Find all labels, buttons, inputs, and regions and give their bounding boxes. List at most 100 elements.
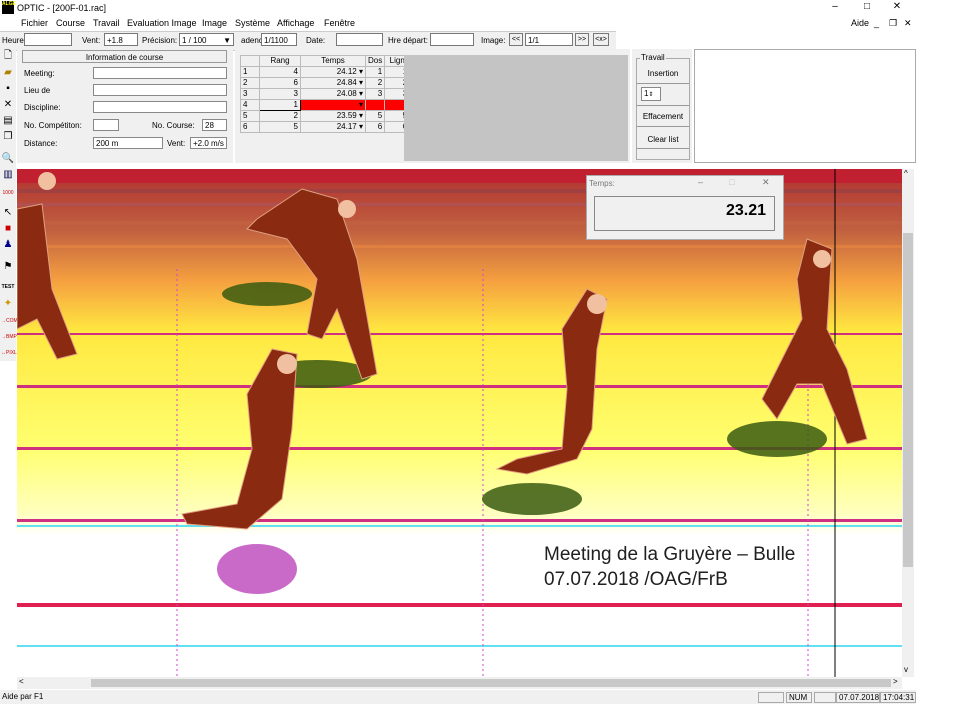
pointer-icon[interactable]: ↖ <box>1 206 15 220</box>
popup-minimize-button[interactable]: – <box>698 177 703 187</box>
com-icon[interactable]: →COM <box>1 314 18 328</box>
test-icon[interactable]: TEST <box>1 280 15 294</box>
bmp-icon[interactable]: →BMP <box>1 330 17 344</box>
red-flag-icon[interactable]: ■ <box>1 222 15 236</box>
rang-cell[interactable]: 5 <box>259 121 301 133</box>
minimize-button[interactable]: – <box>828 1 842 13</box>
course-label: No. Course: <box>152 121 195 130</box>
menu-aide[interactable]: Aide <box>851 18 869 28</box>
table-row[interactable]: 1 4 24.12 ▾ 1 1 <box>240 66 411 78</box>
child-close-button[interactable]: ✕ <box>904 18 912 29</box>
table-row[interactable]: 5 2 23.59 ▾ 5 5 <box>240 110 411 122</box>
spinner-arrows-icon[interactable]: ⇕ <box>648 92 653 98</box>
distance-field[interactable]: 200 m <box>93 137 163 149</box>
table-row[interactable]: 6 5 24.17 ▾ 6 6 <box>240 121 411 133</box>
chevron-down-icon[interactable]: ▾ <box>359 67 363 76</box>
gun-icon[interactable]: ⚑ <box>1 260 15 274</box>
table-row[interactable]: 3 3 24.08 ▾ 3 3 <box>240 88 411 100</box>
menu-evaluation-image[interactable]: Evaluation Image <box>127 18 197 28</box>
course-field[interactable]: 28 <box>202 119 227 131</box>
horizontal-scroll-thumb[interactable] <box>91 679 891 687</box>
menu-fenetre[interactable]: Fenêtre <box>324 18 355 28</box>
rang-cell[interactable]: 4 <box>259 66 301 78</box>
photo-finish-image[interactable]: Meeting de la Gruyère – Bulle 07.07.2018… <box>17 169 902 677</box>
open-folder-icon[interactable]: ▰ <box>1 66 15 80</box>
image-next-button[interactable]: >> <box>575 33 589 46</box>
temps-cell[interactable]: 24.17 ▾ <box>300 121 366 133</box>
vent-field[interactable]: +1.8 m/s <box>104 33 138 58</box>
menu-image[interactable]: Image <box>202 18 227 28</box>
info-vent-field[interactable]: +2.0 m/s <box>190 137 227 149</box>
rang-cell[interactable]: 6 <box>259 77 301 89</box>
clear-list-button[interactable]: Clear list <box>637 135 689 144</box>
table-row[interactable]: 2 6 24.84 ▾ 2 2 <box>240 77 411 89</box>
menu-course[interactable]: Course <box>56 18 85 28</box>
effacement-button[interactable]: Effacement <box>637 112 689 121</box>
competition-field[interactable] <box>93 119 119 131</box>
delete-icon[interactable]: ✕ <box>1 98 15 112</box>
vertical-scroll-thumb[interactable] <box>903 233 913 567</box>
dos-cell[interactable]: 5 <box>364 110 386 122</box>
print-icon[interactable]: ▤ <box>1 114 15 128</box>
insertion-spinner[interactable]: 1⇕ <box>641 87 661 101</box>
scroll-right-icon[interactable]: > <box>893 677 898 686</box>
pixel-icon[interactable]: ↔PIXL <box>1 346 17 360</box>
temps-cell[interactable]: 24.08 ▾ <box>300 88 366 100</box>
child-minimize-button[interactable]: _ <box>874 18 879 28</box>
chevron-down-icon[interactable]: ▾ <box>359 89 363 98</box>
row-number: 5 <box>240 110 260 122</box>
hre-depart-field[interactable] <box>430 33 474 46</box>
scroll-down-icon[interactable]: v <box>904 665 908 674</box>
menu-affichage[interactable]: Affichage <box>277 18 314 28</box>
popup-maximize-button[interactable]: □ <box>729 177 734 187</box>
chevron-down-icon[interactable]: ▾ <box>359 122 363 131</box>
popup-close-button[interactable]: ✕ <box>762 177 770 188</box>
new-file-icon[interactable]: 🗋 <box>1 49 15 63</box>
barcode-icon[interactable]: ▥ <box>1 168 15 182</box>
dos-cell[interactable]: 1 <box>364 66 386 78</box>
counter-icon[interactable]: 1000 <box>1 186 15 200</box>
zoom-icon[interactable]: 🔍 <box>1 152 15 166</box>
dos-cell[interactable]: 4 <box>364 99 386 111</box>
heure-field[interactable] <box>24 33 72 46</box>
save-icon[interactable]: ▪ <box>1 82 15 96</box>
menu-fichier[interactable]: Fichier <box>21 18 48 28</box>
menu-travail[interactable]: Travail <box>93 18 120 28</box>
image-fit-button[interactable]: <x> <box>593 33 609 46</box>
dos-cell[interactable]: 2 <box>364 77 386 89</box>
insertion-button[interactable]: Insertion <box>637 69 689 78</box>
rang-cell[interactable]: 1 <box>259 99 301 111</box>
discipline-label: Discipline: <box>24 103 61 112</box>
dos-cell[interactable]: 6 <box>364 121 386 133</box>
close-button[interactable]: ✕ <box>890 1 904 13</box>
person-icon[interactable]: ♟ <box>1 238 15 252</box>
rang-cell[interactable]: 2 <box>259 110 301 122</box>
meeting-field[interactable] <box>93 67 227 79</box>
runner-icon[interactable]: ✦ <box>1 297 15 311</box>
chevron-down-icon[interactable]: ▾ <box>359 78 363 87</box>
maximize-button[interactable]: □ <box>860 1 874 13</box>
temps-cell[interactable]: 24.12 ▾ <box>300 66 366 78</box>
copy-icon[interactable]: ❐ <box>1 130 15 144</box>
scroll-up-icon[interactable]: ^ <box>904 169 908 178</box>
menu-systeme[interactable]: Système <box>235 18 270 28</box>
vertical-scrollbar[interactable]: ^ v <box>902 169 914 677</box>
lieu-field[interactable] <box>93 84 227 96</box>
date-field[interactable] <box>336 33 383 46</box>
chevron-down-icon[interactable]: ▾ <box>359 100 363 109</box>
temps-cell[interactable]: 23.59 ▾ <box>300 110 366 122</box>
image-field[interactable]: 1/1 <box>525 33 573 46</box>
cadence-field[interactable]: 1/1100 <box>261 33 297 46</box>
temps-cell[interactable]: 24.84 ▾ <box>300 77 366 89</box>
precision-select[interactable]: 1 / 100 ▼ <box>179 33 234 46</box>
image-prev-button[interactable]: << <box>509 33 523 46</box>
discipline-field[interactable] <box>93 101 227 113</box>
child-restore-button[interactable]: ❐ <box>889 18 897 29</box>
temps-cell[interactable]: 23.21 ▾ <box>300 99 366 111</box>
scroll-left-icon[interactable]: < <box>19 677 24 686</box>
rang-cell[interactable]: 3 <box>259 88 301 100</box>
horizontal-scrollbar[interactable]: < > <box>17 677 902 689</box>
chevron-down-icon[interactable]: ▾ <box>359 111 363 120</box>
table-row-selected[interactable]: 4 1 23.21 ▾ 4 4 <box>240 99 411 111</box>
dos-cell[interactable]: 3 <box>364 88 386 100</box>
